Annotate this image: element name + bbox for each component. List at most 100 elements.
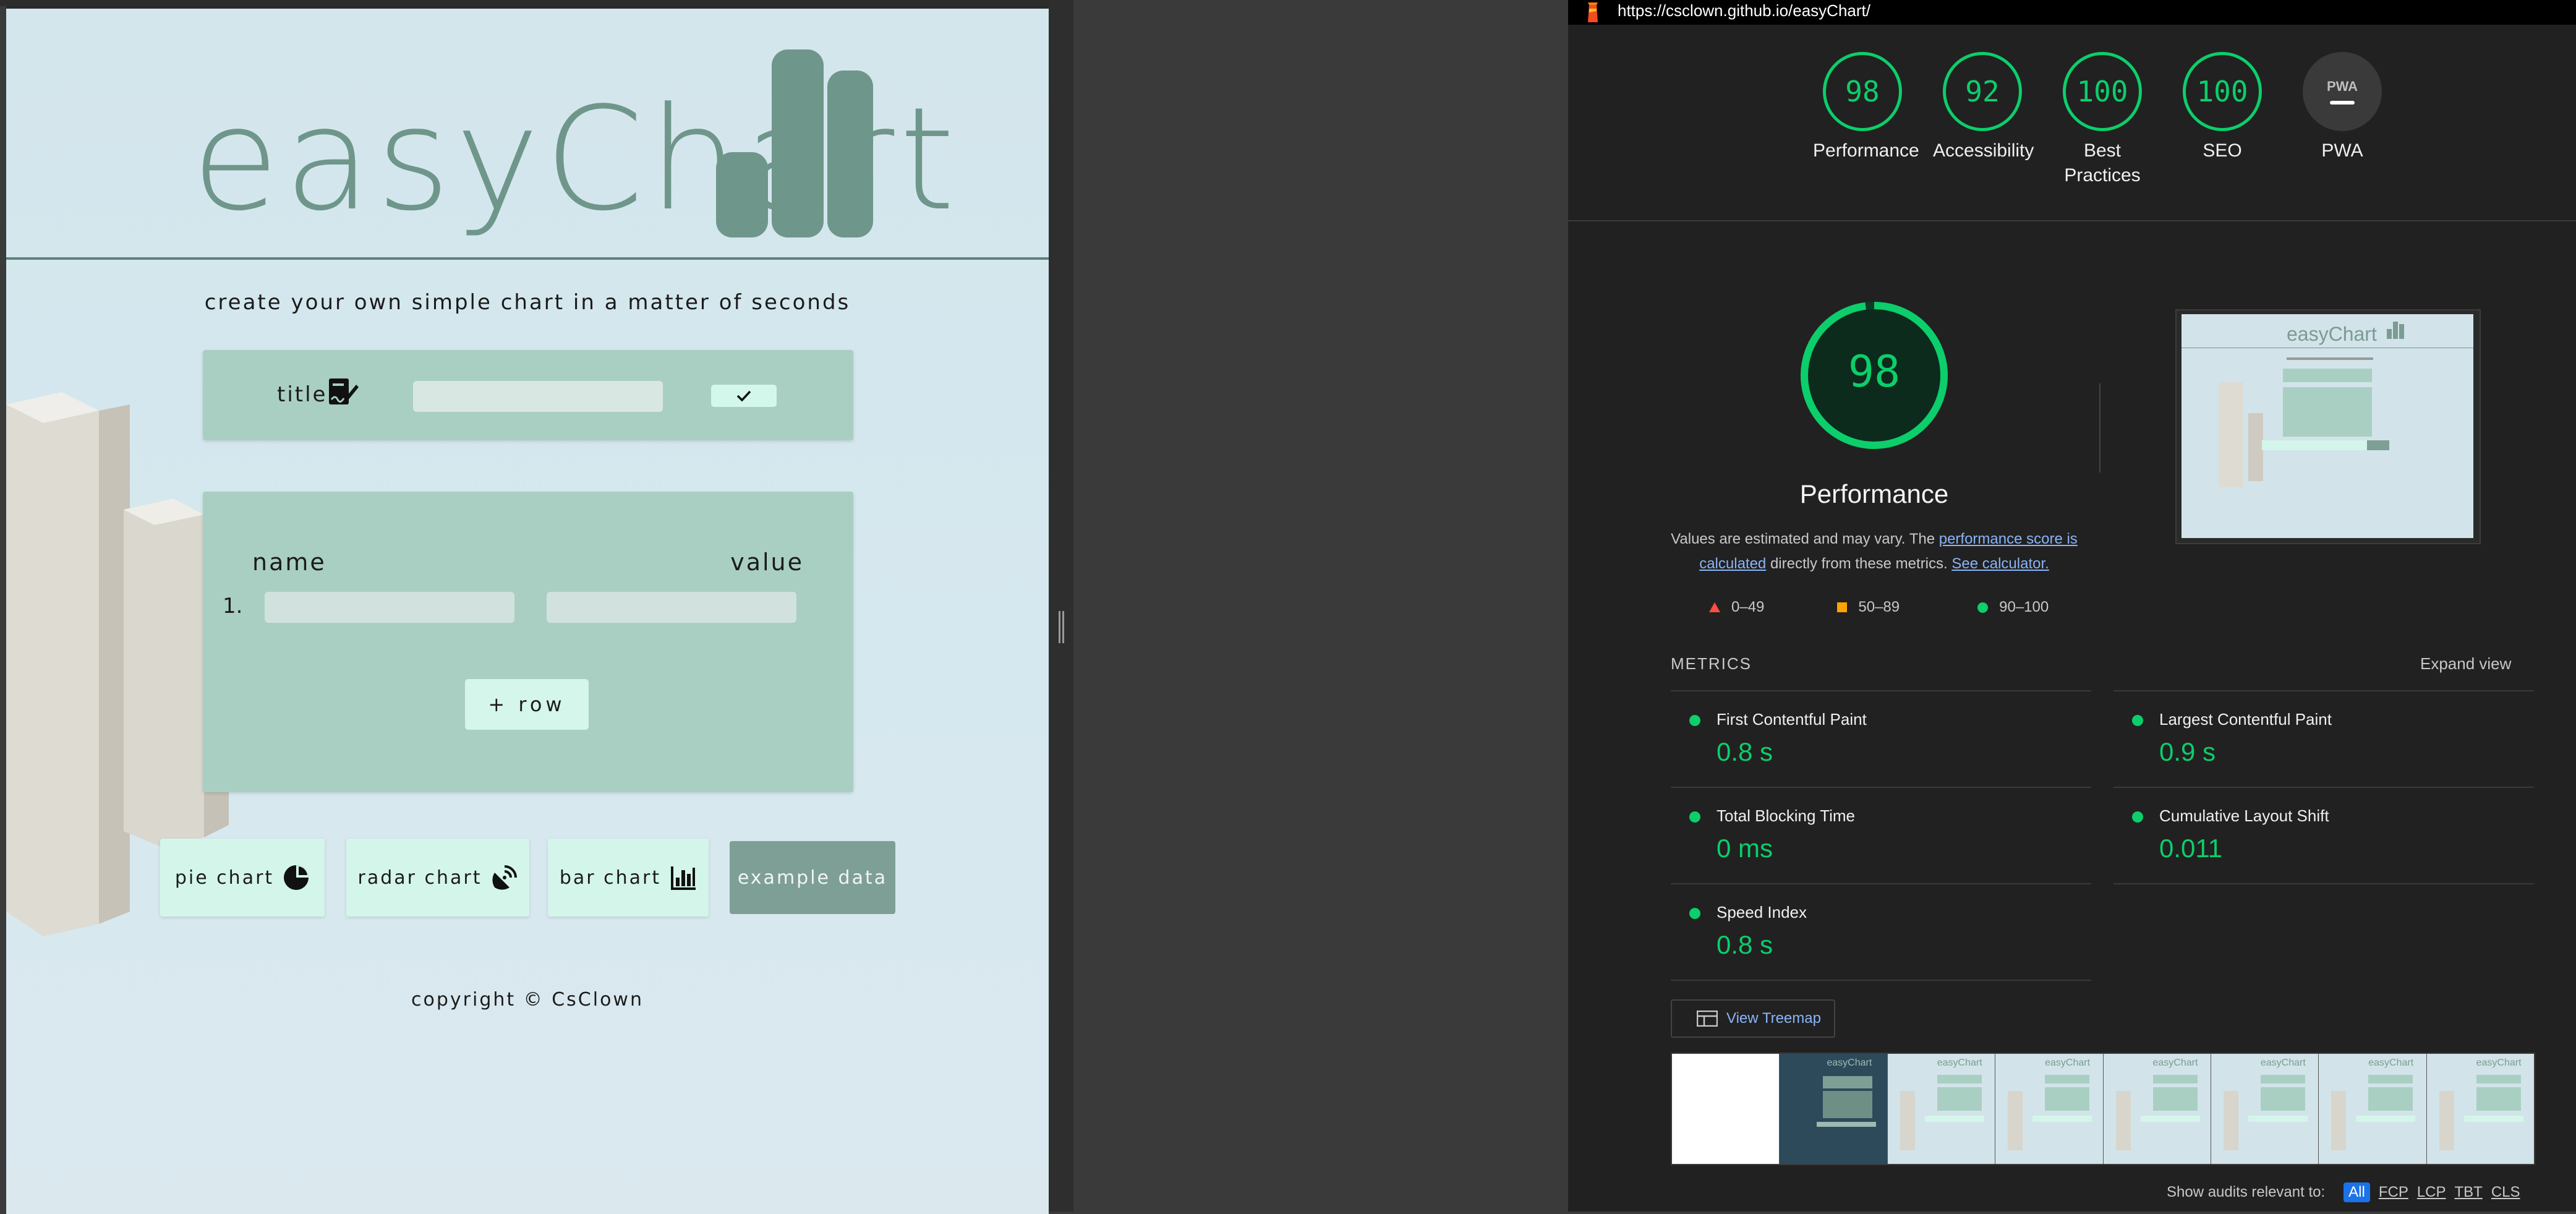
filmstrip-frame: easyChart [2426, 1054, 2534, 1164]
final-screenshot[interactable]: easyChart [2175, 309, 2481, 544]
metric-value: 0 ms [1717, 834, 1773, 863]
category-accessibility[interactable]: 92 Accessibility [1933, 52, 2034, 163]
thumb-logo-bars [2387, 320, 2408, 339]
category-pwa[interactable]: PWA PWA [2293, 52, 2392, 163]
screenshot-preview: easyChart [2181, 314, 2473, 538]
pwa-label: PWA [2321, 140, 2363, 161]
radar-chart-label: radar chart [357, 866, 482, 889]
score-legend: 0–49 50–89 90–100 [1709, 599, 2049, 616]
best-practices-gauge: 100 [2063, 52, 2142, 131]
pwa-dash-icon [2330, 101, 2355, 105]
confirm-title-button[interactable] [711, 385, 777, 407]
metric-name: Total Blocking Time [1717, 806, 1855, 825]
desc-middle: directly from these metrics. [1766, 555, 1952, 572]
devtools-gutter [1049, 0, 1568, 1212]
signature-edit-icon [329, 378, 359, 404]
lighthouse-logo-icon [1588, 2, 1598, 22]
filmstrip-frame: easyChart [1887, 1054, 1996, 1164]
name-column-header: name [252, 549, 326, 576]
filter-tbt[interactable]: TBT [2455, 1184, 2483, 1201]
accessibility-label: Accessibility [1933, 140, 2034, 161]
metrics-heading: METRICS [1671, 654, 1752, 673]
window-top-strip [0, 0, 1049, 6]
treemap-icon [1697, 1011, 1718, 1027]
performance-gauge: 98 [1823, 52, 1902, 131]
pie-chart-label: pie chart [174, 866, 275, 889]
panel-resize-handle[interactable] [1059, 611, 1065, 643]
thumb-logo: easyChart [2287, 323, 2377, 345]
triangle-icon [1709, 602, 1720, 612]
title-label: title [277, 382, 328, 407]
metric-value: 0.8 s [1717, 930, 1773, 959]
calculator-link[interactable]: See calculator. [1951, 555, 2049, 572]
pwa-gauge: PWA [2303, 52, 2382, 131]
metric-value: 0.9 s [2159, 737, 2216, 766]
filmstrip-frame [1672, 1054, 1780, 1164]
performance-main-score: 98 [1848, 346, 1901, 397]
satellite-dish-icon [492, 865, 517, 890]
title-input[interactable] [413, 381, 663, 412]
treemap-label: View Treemap [1726, 1010, 1821, 1027]
accessibility-score: 92 [1965, 75, 2000, 108]
filter-lcp[interactable]: LCP [2417, 1184, 2446, 1201]
legend-pass: 90–100 [1977, 599, 2049, 616]
filmstrip: easyChart easyChart easyChart easyChart [1671, 1053, 2535, 1165]
filter-cls[interactable]: CLS [2491, 1184, 2520, 1201]
best-practices-label: Best Practices [2064, 140, 2141, 186]
audits-label: Show audits relevant to: [2167, 1184, 2326, 1200]
filmstrip-frame: easyChart [1780, 1054, 1888, 1164]
metric-name: Speed Index [1717, 903, 1807, 921]
row-index: 1. [223, 594, 243, 618]
report-url-bar: https://csclown.github.io/easyChart/ [1568, 0, 2576, 25]
pie-chart-button[interactable]: pie chart [160, 839, 325, 917]
example-data-button[interactable]: example data [730, 841, 895, 914]
add-row-button[interactable]: + row [465, 679, 589, 730]
data-table-card: name value 1. + row [203, 492, 853, 792]
performance-score: 98 [1845, 75, 1880, 108]
header-divider [6, 257, 1049, 260]
gutter-dark-strip [1049, 0, 1073, 1212]
pie-chart-icon [284, 865, 309, 890]
check-icon [736, 390, 751, 402]
logo-bar-3 [827, 71, 873, 237]
category-performance[interactable]: 98 Performance [1813, 52, 1919, 163]
performance-title: Performance [1799, 479, 1949, 508]
seo-score: 100 [2196, 75, 2248, 108]
legend-average: 50–89 [1837, 599, 1900, 616]
metric-value: 0.8 s [1717, 737, 1773, 766]
frame-logo: easyChart [2368, 1058, 2414, 1068]
radar-chart-button[interactable]: radar chart [346, 839, 529, 917]
square-icon [1837, 602, 1848, 612]
metrics-line-2-left [1671, 787, 2091, 788]
category-best-practices[interactable]: 100 Best Practices [2053, 52, 2152, 188]
expand-view-toggle[interactable]: Expand view [2420, 654, 2511, 673]
performance-label: Performance [1813, 140, 1919, 161]
tagline: create your own simple chart in a matter… [204, 290, 851, 315]
pass-dot-icon [2132, 811, 2143, 823]
pwa-badge-text: PWA [2326, 79, 2358, 94]
report-url[interactable]: https://csclown.github.io/easyChart/ [1618, 1, 1870, 20]
bar-chart-button[interactable]: bar chart [548, 839, 709, 917]
filmstrip-frame: easyChart [2211, 1054, 2319, 1164]
title-card: title [203, 350, 853, 440]
metrics-top-line-left [1671, 690, 2091, 691]
logo-bar-2 [772, 49, 824, 237]
view-treemap-button[interactable]: View Treemap [1671, 999, 1835, 1038]
frame-logo: easyChart [2476, 1058, 2522, 1068]
filter-all[interactable]: All [2344, 1182, 2370, 1202]
filmstrip-frame: easyChart [2319, 1054, 2427, 1164]
accessibility-gauge: 92 [1943, 52, 2022, 131]
pass-dot-icon [2132, 715, 2143, 726]
best-practices-score: 100 [2076, 75, 2128, 108]
pass-dot-icon [1689, 715, 1700, 726]
frame-logo: easyChart [1937, 1058, 1982, 1068]
desc-prefix: Values are estimated and may vary. The [1671, 531, 1939, 547]
pass-dot-icon [1689, 811, 1700, 823]
row-value-input[interactable] [547, 592, 796, 623]
vertical-divider [2099, 383, 2100, 472]
metrics-line-3-right [2113, 883, 2534, 884]
category-seo[interactable]: 100 SEO [2173, 52, 2272, 163]
row-name-input[interactable] [265, 592, 514, 623]
easychart-app: easyChart create your own simple chart i… [6, 6, 1049, 1214]
filter-fcp[interactable]: FCP [2379, 1184, 2408, 1201]
